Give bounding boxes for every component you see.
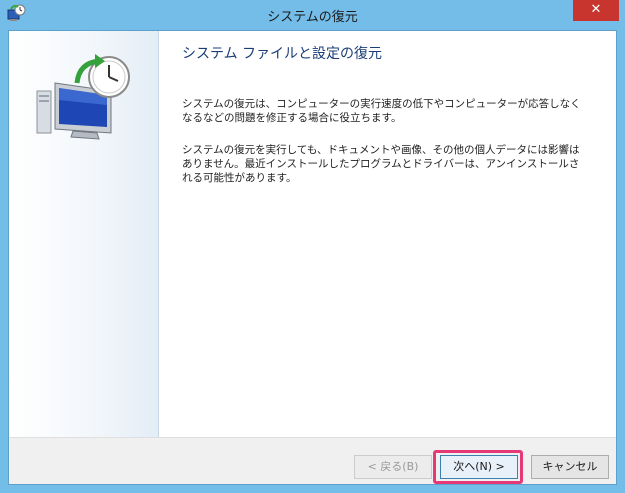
close-button[interactable]: ✕ <box>573 0 619 21</box>
content-pane: システム ファイルと設定の復元 システムの復元は、コンピューターの実行速度の低下… <box>159 31 616 437</box>
page-heading: システム ファイルと設定の復元 <box>182 46 383 62</box>
window-title: システムの復元 <box>267 10 358 25</box>
description-paragraph-1: システムの復元は、コンピューターの実行速度の低下やコンピューターが応答しなくなる… <box>182 98 581 124</box>
description-paragraph-2: システムの復元を実行しても、ドキュメントや画像、その他の個人データには影響はあり… <box>182 144 580 184</box>
next-button[interactable]: 次へ(N) > <box>440 455 518 479</box>
system-restore-clock-icon <box>36 54 130 140</box>
side-panel <box>9 31 159 437</box>
back-button[interactable]: < 戻る(B) <box>354 455 432 479</box>
title-bar[interactable]: システムの復元 ✕ <box>0 0 625 30</box>
cancel-button[interactable]: キャンセル <box>531 455 609 479</box>
button-footer: < 戻る(B) 次へ(N) > キャンセル <box>9 437 616 484</box>
system-restore-window: システムの復元 ✕ システム ファイルと設定の復元 システムの復元は、コンピュー… <box>0 0 625 493</box>
dialog-client-area: システム ファイルと設定の復元 システムの復元は、コンピューターの実行速度の低下… <box>8 30 617 485</box>
